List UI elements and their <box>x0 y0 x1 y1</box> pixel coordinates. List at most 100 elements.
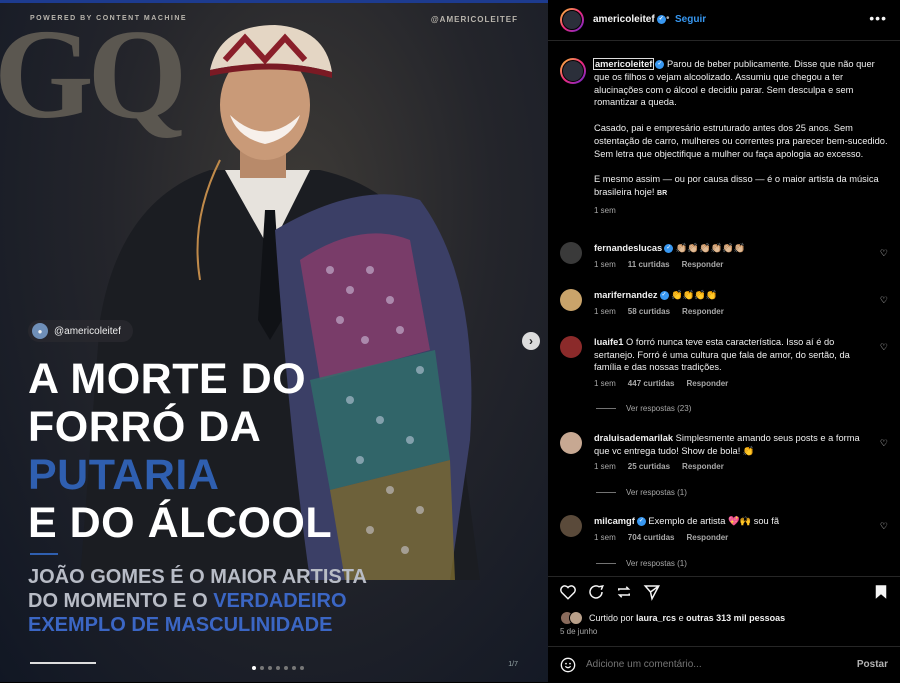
liked-prefix: Curtido por <box>589 613 637 623</box>
reply-button[interactable]: Responder <box>682 462 724 471</box>
reply-button[interactable]: Responder <box>682 260 724 269</box>
comment-avatar[interactable] <box>560 242 582 264</box>
liked-others[interactable]: outras 313 mil pessoas <box>686 613 785 623</box>
follow-button[interactable]: Seguir <box>675 14 706 25</box>
post-image[interactable]: GQ POWERED BY CONTENT MACHINE @AMERICOLE… <box>0 0 548 682</box>
caption-username[interactable]: americoleitef <box>592 58 655 70</box>
view-replies-button[interactable]: Ver respostas (1) <box>596 488 687 497</box>
headline-line-1: A MORTE DO <box>28 355 307 403</box>
comment-text: 👏🏼👏🏼👏🏼👏🏼👏🏼👏🏼 <box>675 243 746 253</box>
replies-line <box>596 563 616 565</box>
caption-time: 1 sem <box>594 205 616 215</box>
action-bar <box>548 576 900 605</box>
view-replies-button[interactable]: Ver respostas (1) <box>596 559 687 568</box>
post-date: 5 de junho <box>560 627 598 636</box>
comments-panel: americoleitef ✓ • Seguir ••• americoleite… <box>548 0 900 682</box>
post-comment-button[interactable]: Postar <box>857 659 888 670</box>
comment-username[interactable]: milcamgf <box>594 516 635 526</box>
reply-button[interactable]: Responder <box>687 379 729 388</box>
liker-avatar <box>569 611 583 625</box>
comment-text: O forró nunca teve esta característica. … <box>594 337 850 372</box>
comment-composer: Postar <box>548 646 900 683</box>
bookmark-icon[interactable] <box>872 583 890 601</box>
comment-body: marifernandez ✓ 👏👏👏👏 1 sem 58 curtidas Respo… <box>594 289 872 318</box>
comment-text: Exemplo de artista 💖🙌 sou fã <box>648 516 780 526</box>
carousel-dot <box>292 666 296 670</box>
comment-like-icon[interactable]: ♡ <box>880 521 888 532</box>
comment-like-icon[interactable]: ♡ <box>880 295 888 306</box>
reply-button[interactable]: Responder <box>687 533 729 542</box>
emoji-icon[interactable] <box>560 657 576 673</box>
verified-icon: ✓ <box>659 291 669 301</box>
subheadline: JOÃO GOMES É O MAIOR ARTISTA DO MOMENTO … <box>28 565 367 637</box>
flag-br: BR <box>657 189 668 197</box>
replies-line <box>596 492 616 494</box>
comment-avatar[interactable] <box>560 432 582 454</box>
reply-button[interactable]: Responder <box>682 307 724 316</box>
caption-avatar[interactable] <box>560 58 586 84</box>
comment-time: 1 sem <box>594 306 616 316</box>
comment-time: 1 sem <box>594 532 616 542</box>
carousel-dot <box>252 666 256 670</box>
share-icon[interactable] <box>643 583 661 601</box>
comment-icon[interactable] <box>587 583 605 601</box>
carousel-dot <box>284 666 288 670</box>
comment-likes[interactable]: 704 curtidas <box>628 533 675 542</box>
comment-like-icon[interactable]: ♡ <box>880 342 888 353</box>
repost-icon[interactable] <box>615 583 633 601</box>
comment-body: luaife1 O forró nunca teve esta caracter… <box>594 336 872 390</box>
replies-line <box>596 408 616 410</box>
headline-line-3: PUTARIA <box>28 451 220 499</box>
verified-icon: ✓ <box>636 517 646 527</box>
comment-time: 1 sem <box>594 259 616 269</box>
comment-like-icon[interactable]: ♡ <box>880 248 888 259</box>
comment-username[interactable]: draluisademarilak <box>594 433 673 443</box>
more-options-icon[interactable]: ••• <box>869 10 887 26</box>
verified-icon: ✓ <box>656 14 666 24</box>
comment-avatar[interactable] <box>560 336 582 358</box>
comment-likes[interactable]: 11 curtidas <box>628 260 670 269</box>
author-username[interactable]: americoleitef ✓ <box>593 14 666 25</box>
comment-avatar[interactable] <box>560 515 582 537</box>
heart-icon[interactable] <box>559 583 577 601</box>
carousel-dot <box>260 666 264 670</box>
caption-paragraph-2: Casado, pai e empresário estruturado ant… <box>594 122 888 159</box>
liked-user[interactable]: laura_rcs <box>636 613 676 623</box>
comment-likes[interactable]: 25 curtidas <box>628 462 670 471</box>
verified-icon: ✓ <box>655 60 665 70</box>
comment-username[interactable]: luaife1 <box>594 337 623 347</box>
subheadline-line-3: EXEMPLO DE MASCULINIDADE <box>28 614 333 636</box>
headline: A MORTE DO FORRÓ DA PUTARIA E DO ÁLCOOL <box>28 355 332 547</box>
author-avatar[interactable] <box>560 8 584 32</box>
comment-avatar[interactable] <box>560 289 582 311</box>
comment-like-icon[interactable]: ♡ <box>880 438 888 449</box>
comment-text: 👏👏👏👏 <box>671 290 718 300</box>
caption: americoleitef ✓ Parou de beber publicamen… <box>592 58 890 218</box>
next-slide-button[interactable]: › <box>522 332 540 350</box>
user-tag[interactable]: ● @americoleitef <box>28 320 133 342</box>
divider-bottom <box>30 662 96 664</box>
carousel-dots <box>252 666 304 670</box>
comment-likes[interactable]: 58 curtidas <box>628 307 670 316</box>
comment-body: draluisademarilak Simplesmente amando se… <box>594 432 872 474</box>
liked-by[interactable]: Curtido por laura_rcs e outras 313 mil p… <box>560 611 785 625</box>
carousel-dot <box>300 666 304 670</box>
subheadline-line-1: JOÃO GOMES É O MAIOR ARTISTA <box>28 566 367 588</box>
verified-icon: ✓ <box>664 244 674 254</box>
subheadline-line-2: DO MOMENTO E O VERDADEIRO <box>28 590 347 612</box>
comment-time: 1 sem <box>594 378 616 388</box>
carousel-dot <box>276 666 280 670</box>
page-counter: 1/7 <box>508 661 518 668</box>
divider-accent <box>30 553 58 555</box>
view-replies-button[interactable]: Ver respostas (23) <box>596 404 691 413</box>
caption-paragraph-3: E mesmo assim — ou por causa disso — é o… <box>594 174 879 197</box>
headline-line-2: FORRÓ DA <box>28 403 262 451</box>
comment-input[interactable] <box>586 659 836 670</box>
comment-username[interactable]: marifernandez <box>594 290 658 300</box>
comment-username[interactable]: fernandeslucas <box>594 243 662 253</box>
comment-time: 1 sem <box>594 462 616 471</box>
comment-likes[interactable]: 447 curtidas <box>628 379 675 388</box>
comment-body: fernandeslucas ✓ 👏🏼👏🏼👏🏼👏🏼👏🏼👏🏼 1 sem 11 curt… <box>594 242 872 271</box>
carousel-dot <box>268 666 272 670</box>
separator-dot: • <box>666 13 670 24</box>
